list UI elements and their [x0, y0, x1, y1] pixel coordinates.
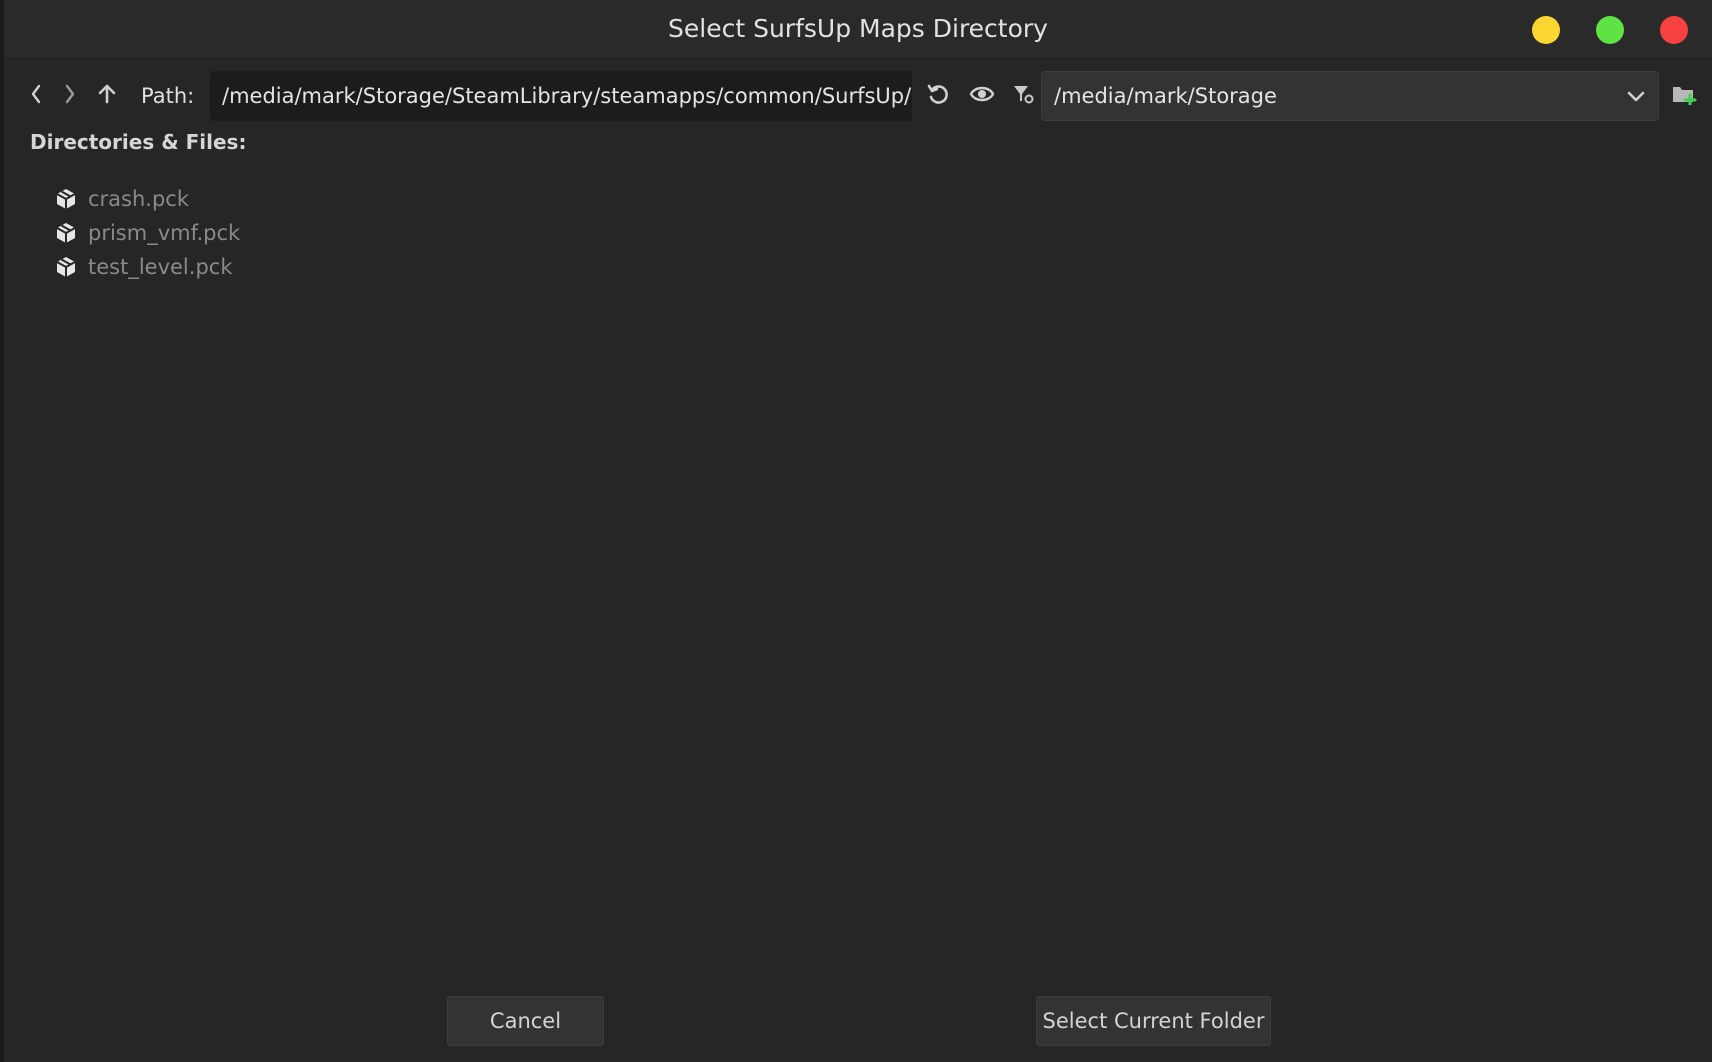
file-name: prism_vmf.pck	[88, 221, 241, 245]
section-title: Directories & Files:	[30, 130, 247, 154]
window-title: Select SurfsUp Maps Directory	[668, 14, 1048, 43]
eye-icon	[969, 83, 995, 109]
close-button[interactable]	[1660, 16, 1688, 44]
drive-dropdown-value: /media/mark/Storage	[1054, 84, 1277, 108]
select-current-folder-button[interactable]: Select Current Folder	[1036, 996, 1271, 1046]
chevron-right-icon	[63, 83, 77, 109]
file-name: crash.pck	[88, 187, 190, 211]
filter-icon	[1012, 83, 1034, 109]
file-name: test_level.pck	[88, 255, 233, 279]
list-item[interactable]: test_level.pck	[54, 250, 854, 284]
refresh-icon	[926, 82, 950, 110]
list-item[interactable]: prism_vmf.pck	[54, 216, 854, 250]
title-bar: Select SurfsUp Maps Directory	[4, 0, 1712, 59]
minimize-button[interactable]	[1532, 16, 1560, 44]
path-label: Path:	[141, 84, 195, 108]
filter-button[interactable]	[1009, 70, 1037, 122]
drive-dropdown[interactable]: /media/mark/Storage	[1041, 71, 1659, 121]
new-folder-icon	[1671, 83, 1697, 109]
refresh-button[interactable]	[922, 70, 954, 122]
list-item[interactable]: crash.pck	[54, 182, 854, 216]
new-folder-button[interactable]	[1668, 70, 1700, 122]
toolbar: Path: /media/mark/Storage/SteamLibrary/s…	[4, 70, 1712, 122]
chevron-down-icon	[1626, 86, 1646, 110]
package-icon	[54, 221, 78, 245]
package-icon	[54, 255, 78, 279]
file-list: crash.pck prism_vmf.pck test_level.pck	[54, 182, 854, 284]
package-icon	[54, 187, 78, 211]
forward-button[interactable]	[56, 70, 84, 122]
cancel-button[interactable]: Cancel	[447, 996, 604, 1046]
arrow-up-icon	[97, 83, 117, 109]
back-button[interactable]	[22, 70, 50, 122]
file-dialog-window: Select SurfsUp Maps Directory Path: /med…	[4, 0, 1712, 1062]
path-input[interactable]: /media/mark/Storage/SteamLibrary/steamap…	[210, 71, 912, 121]
parent-folder-button[interactable]	[92, 70, 122, 122]
maximize-button[interactable]	[1596, 16, 1624, 44]
toggle-hidden-button[interactable]	[966, 70, 998, 122]
chevron-left-icon	[29, 83, 43, 109]
